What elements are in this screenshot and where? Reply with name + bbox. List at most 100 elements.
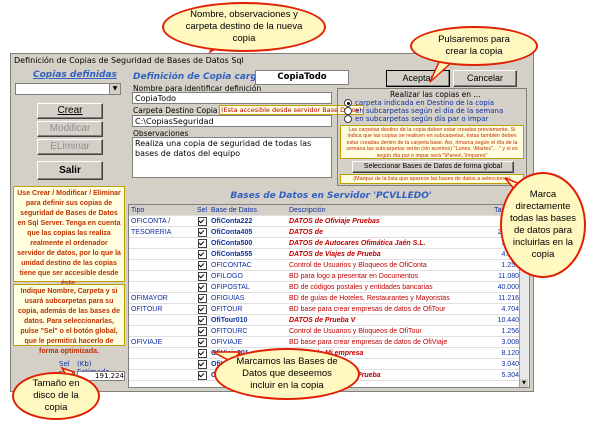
global-select-button[interactable]: Seleccionar Bases de Datos de forma glob… — [352, 161, 514, 173]
select-checkbox[interactable] — [197, 260, 207, 270]
row-db: OFIVIAJE — [209, 336, 287, 348]
callout-name-folder: Nombre, observaciones y carpeta destino … — [162, 2, 326, 52]
row-db: OFICONTAC — [209, 259, 287, 271]
selection-note: Indique Nombre, Carpeta y si usará subca… — [13, 284, 125, 355]
row-tipo — [129, 325, 195, 337]
defined-copies-header: Copias definidas — [33, 70, 117, 80]
callout-select-all: Marca directamente todas las bases de da… — [500, 172, 586, 278]
row-tipo — [129, 248, 195, 260]
row-sel — [195, 314, 209, 326]
row-sel — [195, 248, 209, 260]
row-sel — [195, 270, 209, 282]
callout-disk-size: Tamaño en disco de la copia — [12, 372, 100, 420]
table-row[interactable]: OFILOGO BD para logo a presentar en Docum… — [129, 270, 521, 282]
select-checkbox[interactable] — [197, 337, 207, 347]
table-row[interactable]: OfiConta500 DATOS de Autocares Ofimática … — [129, 237, 521, 249]
folder-input[interactable]: C:\CopiasSeguridad — [132, 115, 332, 127]
table-row[interactable]: OFITOUR OFITOUR BD base para crear empresa… — [129, 303, 521, 315]
table-row[interactable]: OFITOURC Control de Usuarios y Bloqueos d… — [129, 325, 521, 337]
exit-button[interactable]: Salir — [37, 161, 103, 180]
radio-weekday-button[interactable] — [344, 107, 352, 115]
radio-weekday[interactable]: en subcarpetas según el día de la semana — [344, 107, 503, 115]
row-db: OfiTour010 — [209, 314, 287, 326]
row-size: 11.216 — [479, 292, 521, 304]
table-row[interactable]: OfiTour010 DATOS de Prueba V 10.440 — [129, 314, 521, 326]
create-button-label: Crear — [57, 105, 83, 116]
select-checkbox[interactable] — [197, 238, 207, 248]
chevron-down-icon[interactable]: ▼ — [109, 84, 120, 94]
row-desc: DATOS de Viajes de Prueba — [287, 248, 479, 260]
table-row[interactable]: OFICONTAC Control de Usuarios y Bloqueos … — [129, 259, 521, 271]
select-checkbox[interactable] — [197, 227, 207, 237]
table-row[interactable]: OFICONTA / OfiConta222 DATOS de Ofiviaje P… — [129, 215, 521, 227]
row-size: 3.008 — [479, 336, 521, 348]
scroll-down-icon[interactable]: ▼ — [520, 379, 528, 387]
row-tipo: OFIMAYOR — [129, 292, 195, 304]
options-note: Las carpetas destino de la copia deben e… — [340, 125, 524, 159]
select-checkbox[interactable] — [197, 326, 207, 336]
row-tipo: OFITOUR — [129, 303, 195, 315]
accept-button[interactable]: Aceptar — [386, 70, 450, 87]
row-desc: Control de Usuarios y Bloqueos de OfiTou… — [287, 325, 479, 337]
row-tipo — [129, 314, 195, 326]
select-note: (Marque de la lista que aparece las base… — [340, 174, 524, 184]
select-checkbox[interactable] — [197, 315, 207, 325]
row-db: OfiConta222 — [209, 215, 287, 227]
row-sel — [195, 303, 209, 315]
row-sel — [195, 347, 209, 359]
row-sel — [195, 259, 209, 271]
select-checkbox[interactable] — [197, 370, 207, 380]
table-row[interactable]: OFIVIAJE OFIVIAJE BD base para crear empre… — [129, 336, 521, 348]
observations-textarea[interactable]: Realiza una copia de seguridad de todas … — [132, 137, 332, 178]
table-row[interactable]: OfiConta555DATOS de Viajes de Prueba4.22… — [129, 248, 521, 260]
radio-evenodd-label: en subcarpetas según día par o impar — [355, 115, 489, 123]
delete-button-label: ELiminar — [50, 141, 90, 152]
select-checkbox[interactable] — [197, 282, 207, 292]
select-checkbox[interactable] — [197, 304, 207, 314]
row-db: OfiConta555 — [209, 248, 287, 260]
row-sel — [195, 292, 209, 304]
row-tipo — [129, 270, 195, 282]
row-desc: BD de guías de Hoteles, Restaurantes y M… — [287, 292, 479, 304]
select-checkbox[interactable] — [197, 348, 207, 358]
grid-title: Bases de Datos en Servidor 'PCVLLEDO' — [230, 191, 432, 201]
row-tipo: OFICONTA / — [129, 215, 195, 227]
row-desc: BD base para crear empresas de datos de … — [287, 336, 479, 348]
row-tipo — [129, 237, 195, 249]
callout-accept: Pulsaremos para crear la copia — [410, 26, 538, 66]
radio-evenodd-button[interactable] — [344, 115, 352, 123]
radio-folder-button[interactable] — [344, 99, 352, 107]
create-button[interactable]: Crear — [37, 103, 103, 119]
grid-header-row: Tipo Sel Base de Datos Descripción Tamañ… — [129, 205, 521, 216]
options-title: Realizar las copias en ... — [390, 90, 481, 99]
row-desc: Control de Usuarios y Bloqueos de OfiCon… — [287, 259, 479, 271]
row-tipo — [129, 347, 195, 359]
exit-button-label: Salir — [59, 165, 81, 176]
table-row[interactable]: OFIMAYOR OFIGUIAS BD de guías de Hoteles, … — [129, 292, 521, 304]
row-sel — [195, 281, 209, 293]
row-desc: DATOS de Ofiviaje Pruebas — [287, 215, 479, 227]
select-checkbox[interactable] — [197, 271, 207, 281]
row-size: 4.704 — [479, 303, 521, 315]
row-tipo: TESORERIA — [129, 226, 195, 238]
select-checkbox[interactable] — [197, 293, 207, 303]
row-size: 40.000 — [479, 281, 521, 293]
row-db: OFIGUIAS — [209, 292, 287, 304]
row-size: 11.080 — [479, 270, 521, 282]
select-checkbox[interactable] — [197, 359, 207, 369]
row-db: OFITOUR — [209, 303, 287, 315]
table-row[interactable]: OFIPOSTAL BD de códigos postales y entida… — [129, 281, 521, 293]
row-sel — [195, 226, 209, 238]
select-checkbox[interactable] — [197, 216, 207, 226]
select-checkbox[interactable] — [197, 249, 207, 259]
name-input[interactable]: CopiaTodo — [132, 92, 332, 104]
row-db: OfiConta405 — [209, 226, 287, 238]
cancel-button[interactable]: Cancelar — [453, 70, 517, 87]
radio-folder[interactable]: carpeta indicada en Destino de la copia — [344, 99, 494, 107]
table-row[interactable]: TESORERIAOfiConta405DATOS de29.080 — [129, 226, 521, 238]
defined-copies-combo[interactable]: ▼ — [15, 83, 121, 95]
modify-button[interactable]: Modificar — [37, 121, 103, 137]
delete-button[interactable]: ELiminar — [37, 139, 103, 155]
radio-evenodd[interactable]: en subcarpetas según día par o impar — [344, 115, 488, 123]
accept-button-label: Aceptar — [402, 73, 434, 83]
